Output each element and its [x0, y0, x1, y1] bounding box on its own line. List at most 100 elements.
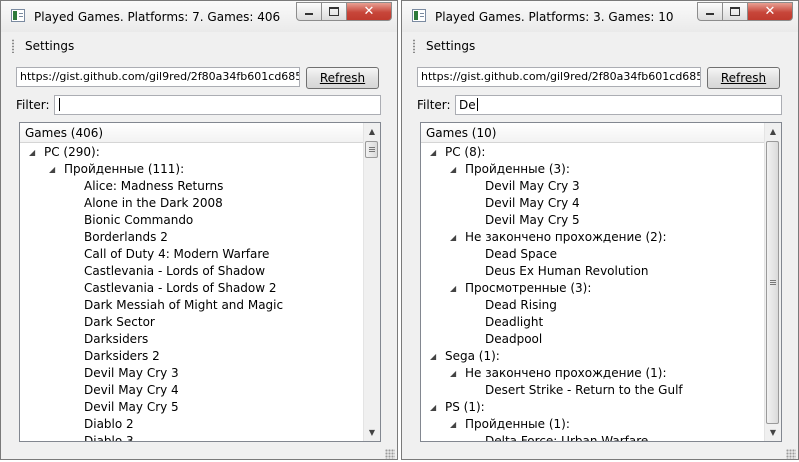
filter-input[interactable]: De — [455, 95, 782, 115]
refresh-button[interactable]: Refresh — [707, 67, 780, 89]
tree-item-label: Пройденные (111): — [64, 162, 185, 176]
filter-input[interactable] — [54, 95, 381, 115]
title-bar[interactable]: Played Games. Platforms: 3. Games: 10 ✕ — [402, 1, 798, 32]
vertical-scrollbar[interactable]: ▲ ▼ — [764, 123, 781, 441]
tree-item[interactable]: Dark Messiah of Might and Magic — [20, 297, 363, 314]
tree-item[interactable]: Devil May Cry 5 — [20, 399, 363, 416]
expanded-triangle-icon[interactable]: ◢ — [450, 416, 456, 433]
tree-header[interactable]: Games (10) — [421, 123, 764, 143]
expanded-triangle-icon[interactable]: ◢ — [450, 280, 456, 297]
tree-group[interactable]: ◢ PC (8): — [421, 144, 764, 161]
tree-item[interactable]: Alone in the Dark 2008 — [20, 195, 363, 212]
tree-item[interactable]: Devil May Cry 4 — [20, 382, 363, 399]
tree-group[interactable]: ◢ Не закончено прохождение (1): — [421, 365, 764, 382]
tree-item-label: Darksiders — [84, 332, 149, 346]
tree-item[interactable]: Diablo 2 — [20, 416, 363, 433]
menu-settings[interactable]: Settings — [426, 39, 475, 53]
tree-item[interactable]: Dead Space — [421, 246, 764, 263]
tree-item[interactable]: Devil May Cry 3 — [20, 365, 363, 382]
tree-item-label: PS (1): — [445, 400, 485, 414]
tree-item-label: Castlevania - Lords of Shadow 2 — [84, 281, 277, 295]
filter-label: Filter: — [16, 98, 50, 112]
expanded-triangle-icon[interactable]: ◢ — [49, 161, 55, 178]
tree-item[interactable]: Deadlight — [421, 314, 764, 331]
tree-item-label: Не закончено прохождение (2): — [465, 230, 667, 244]
close-button[interactable]: ✕ — [347, 2, 392, 21]
tree-body: ◢ PC (8): ◢ Пройденные (3): Devil May Cry 3 D… — [421, 144, 764, 441]
scroll-up-icon[interactable]: ▲ — [364, 123, 380, 140]
minimize-button[interactable] — [697, 2, 723, 21]
expanded-triangle-icon[interactable]: ◢ — [430, 348, 436, 365]
url-input[interactable]: https://gist.github.com/gil9red/2f80a34f… — [16, 67, 300, 87]
maximize-button[interactable] — [723, 2, 748, 21]
maximize-button[interactable] — [322, 2, 347, 21]
tree-item[interactable]: Devil May Cry 5 — [421, 212, 764, 229]
games-tree[interactable]: Games (10) ◢ PC (8): ◢ Пройденные (3): Devil… — [420, 122, 782, 442]
tree-item[interactable]: Dark Sector — [20, 314, 363, 331]
tree-item[interactable]: Dead Rising — [421, 297, 764, 314]
tree-item-label: Sega (1): — [445, 349, 500, 363]
tree-group[interactable]: ◢ Не закончено прохождение (2): — [421, 229, 764, 246]
toolbar-grip-icon[interactable] — [12, 39, 14, 53]
tree-item[interactable]: Call of Duty 4: Modern Warfare — [20, 246, 363, 263]
tree-item[interactable]: Alice: Madness Returns — [20, 178, 363, 195]
tree-item[interactable]: Devil May Cry 3 — [421, 178, 764, 195]
menu-settings[interactable]: Settings — [25, 39, 74, 53]
expanded-triangle-icon[interactable]: ◢ — [430, 399, 436, 416]
tree-group[interactable]: ◢ Пройденные (111): — [20, 161, 363, 178]
tree-item[interactable]: Borderlands 2 — [20, 229, 363, 246]
minimize-icon — [706, 13, 714, 15]
tree-item-label: PC (290): — [44, 145, 100, 159]
refresh-button[interactable]: Refresh — [306, 67, 379, 89]
tree-header[interactable]: Games (406) — [20, 123, 363, 143]
tree-group[interactable]: ◢ PC (290): — [20, 144, 363, 161]
status-bar — [402, 444, 798, 461]
tree-item[interactable]: Bionic Commando — [20, 212, 363, 229]
tree-group[interactable]: ◢ Пройденные (1): — [421, 416, 764, 433]
tree-item-label: Bionic Commando — [84, 213, 194, 227]
tree-item[interactable]: Castlevania - Lords of Shadow — [20, 263, 363, 280]
url-input[interactable]: https://gist.github.com/gil9red/2f80a34f… — [417, 67, 701, 87]
tree-item[interactable]: Delta Force: Urban Warfare — [421, 433, 764, 441]
tree-item[interactable]: Darksiders 2 — [20, 348, 363, 365]
tree-item-label: Dead Space — [485, 247, 557, 261]
tree-item-label: Dark Messiah of Might and Magic — [84, 298, 284, 312]
tree-item-label: Darksiders 2 — [84, 349, 160, 363]
close-button[interactable]: ✕ — [748, 2, 793, 21]
tree-item[interactable]: Deadpool — [421, 331, 764, 348]
tree-item[interactable]: Darksiders — [20, 331, 363, 348]
resize-grip-icon[interactable] — [385, 449, 395, 459]
scroll-thumb[interactable] — [365, 141, 378, 158]
tree-group[interactable]: ◢ Sega (1): — [421, 348, 764, 365]
tree-item[interactable]: Diablo 3 — [20, 433, 363, 441]
expanded-triangle-icon[interactable]: ◢ — [450, 229, 456, 246]
scroll-thumb[interactable] — [766, 141, 779, 424]
expanded-triangle-icon[interactable]: ◢ — [450, 161, 456, 178]
tree-item-label: Deadlight — [485, 315, 544, 329]
status-bar — [1, 444, 397, 461]
resize-grip-icon[interactable] — [786, 449, 796, 459]
scroll-up-icon[interactable]: ▲ — [765, 123, 781, 140]
minimize-button[interactable] — [296, 2, 322, 21]
tree-group[interactable]: ◢ Пройденные (3): — [421, 161, 764, 178]
tree-item[interactable]: Desert Strike - Return to the Gulf — [421, 382, 764, 399]
tree-item[interactable]: Devil May Cry 4 — [421, 195, 764, 212]
title-bar[interactable]: Played Games. Platforms: 7. Games: 406 ✕ — [1, 1, 397, 32]
tree-group[interactable]: ◢ Просмотренные (3): — [421, 280, 764, 297]
tree-item-label: Devil May Cry 5 — [84, 400, 179, 414]
toolbar-grip-icon[interactable] — [413, 39, 415, 53]
vertical-scrollbar[interactable]: ▲ ▼ — [363, 123, 380, 441]
scroll-down-icon[interactable]: ▼ — [765, 424, 781, 441]
minimize-icon — [305, 13, 313, 15]
tree-group[interactable]: ◢ PS (1): — [421, 399, 764, 416]
tree-item-label: Devil May Cry 4 — [485, 196, 580, 210]
games-tree[interactable]: Games (406) ◢ PC (290): ◢ Пройденные (111):… — [19, 122, 381, 442]
tree-item[interactable]: Deus Ex Human Revolution — [421, 263, 764, 280]
menu-bar: Settings — [402, 34, 798, 58]
scroll-down-icon[interactable]: ▼ — [364, 424, 380, 441]
expanded-triangle-icon[interactable]: ◢ — [430, 144, 436, 161]
expanded-triangle-icon[interactable]: ◢ — [29, 144, 35, 161]
tree-item[interactable]: Castlevania - Lords of Shadow 2 — [20, 280, 363, 297]
tree-item-label: Devil May Cry 3 — [84, 366, 179, 380]
expanded-triangle-icon[interactable]: ◢ — [450, 365, 456, 382]
